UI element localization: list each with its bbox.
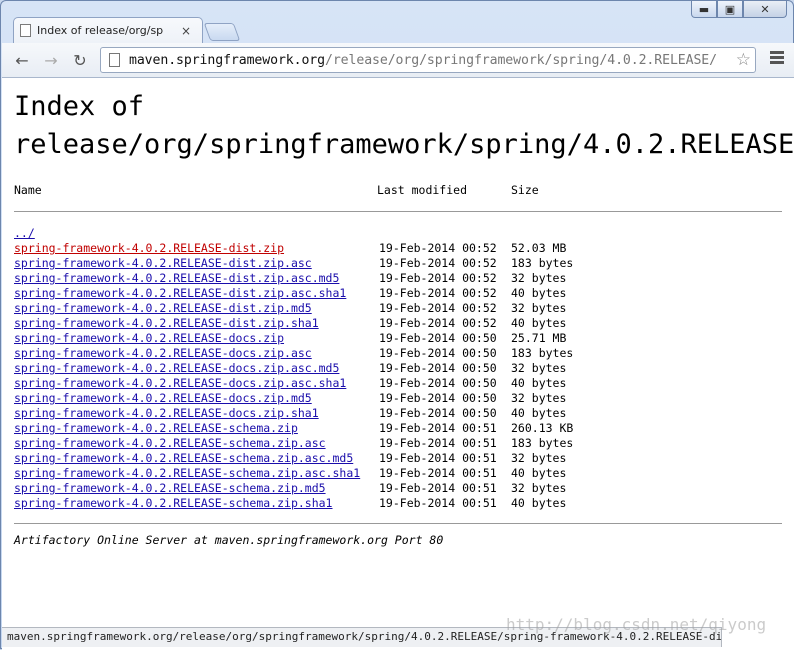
file-link[interactable]: spring-framework-4.0.2.RELEASE-docs.zip bbox=[14, 331, 284, 346]
divider bbox=[14, 211, 782, 212]
file-size: 183 bytes bbox=[511, 436, 574, 450]
column-header-size[interactable]: Size bbox=[511, 183, 539, 197]
window-controls: ▬ ▣ ✕ bbox=[691, 1, 787, 18]
file-size: 32 bytes bbox=[511, 481, 567, 495]
file-size: 260.13 KB bbox=[511, 421, 574, 435]
file-modified: 19-Feb-2014 00:51 bbox=[379, 466, 497, 480]
file-link[interactable]: spring-framework-4.0.2.RELEASE-schema.zi… bbox=[14, 481, 326, 496]
file-size: 183 bytes bbox=[511, 256, 574, 270]
column-header-modified[interactable]: Last modified bbox=[377, 183, 467, 197]
divider bbox=[14, 523, 782, 524]
file-size: 40 bytes bbox=[511, 466, 567, 480]
file-size: 40 bytes bbox=[511, 376, 567, 390]
file-link[interactable]: spring-framework-4.0.2.RELEASE-dist.zip.… bbox=[14, 316, 319, 331]
tab-active[interactable]: Index of release/org/sp × bbox=[13, 17, 203, 43]
file-link[interactable]: spring-framework-4.0.2.RELEASE-schema.zi… bbox=[14, 436, 326, 451]
file-size: 40 bytes bbox=[511, 406, 567, 420]
file-size: 40 bytes bbox=[511, 286, 567, 300]
file-modified: 19-Feb-2014 00:50 bbox=[379, 376, 497, 390]
column-header-name[interactable]: Name bbox=[14, 183, 42, 197]
file-link[interactable]: spring-framework-4.0.2.RELEASE-docs.zip.… bbox=[14, 391, 312, 406]
address-bar[interactable]: maven.springframework.org/release/org/sp… bbox=[100, 47, 756, 73]
file-modified: 19-Feb-2014 00:51 bbox=[379, 451, 497, 465]
file-modified: 19-Feb-2014 00:52 bbox=[379, 316, 497, 330]
file-link[interactable]: spring-framework-4.0.2.RELEASE-docs.zip.… bbox=[14, 346, 312, 361]
page-icon bbox=[109, 53, 120, 67]
file-modified: 19-Feb-2014 00:52 bbox=[379, 241, 497, 255]
file-size: 40 bytes bbox=[511, 316, 567, 330]
file-size: 32 bytes bbox=[511, 361, 567, 375]
file-size: 25.71 MB bbox=[511, 331, 567, 345]
file-modified: 19-Feb-2014 00:50 bbox=[379, 346, 497, 360]
file-size: 32 bytes bbox=[511, 451, 567, 465]
file-modified: 19-Feb-2014 00:50 bbox=[379, 391, 497, 405]
file-link[interactable]: spring-framework-4.0.2.RELEASE-dist.zip.… bbox=[14, 301, 312, 316]
file-modified: 19-Feb-2014 00:50 bbox=[379, 361, 497, 375]
url-text[interactable]: maven.springframework.org/release/org/sp… bbox=[129, 53, 729, 68]
close-window-button[interactable]: ✕ bbox=[743, 1, 787, 18]
file-size: 40 bytes bbox=[511, 496, 567, 510]
file-modified: 19-Feb-2014 00:51 bbox=[379, 481, 497, 495]
page-icon bbox=[20, 24, 31, 37]
url-host: maven.springframework.org bbox=[129, 52, 325, 68]
file-modified: 19-Feb-2014 00:51 bbox=[379, 421, 497, 435]
file-link[interactable]: spring-framework-4.0.2.RELEASE-dist.zip.… bbox=[14, 286, 346, 301]
file-link[interactable]: spring-framework-4.0.2.RELEASE-docs.zip.… bbox=[14, 361, 339, 376]
file-link[interactable]: spring-framework-4.0.2.RELEASE-dist.zip.… bbox=[14, 256, 312, 271]
file-link[interactable]: spring-framework-4.0.2.RELEASE-docs.zip.… bbox=[14, 376, 346, 391]
minimize-button[interactable]: ▬ bbox=[691, 1, 717, 18]
parent-directory-link[interactable]: ../ bbox=[14, 226, 35, 241]
page-title: Index of release/org/springframework/spr… bbox=[14, 88, 794, 164]
menu-icon[interactable] bbox=[770, 51, 784, 66]
file-link[interactable]: spring-framework-4.0.2.RELEASE-docs.zip.… bbox=[14, 406, 319, 421]
file-size: 52.03 MB bbox=[511, 241, 567, 255]
page-title-line1: Index of bbox=[14, 91, 145, 122]
tab-title: Index of release/org/sp bbox=[37, 24, 164, 37]
file-size: 32 bytes bbox=[511, 301, 567, 315]
tab-close-icon[interactable]: × bbox=[181, 24, 191, 38]
server-footer: Artifactory Online Server at maven.sprin… bbox=[14, 533, 444, 547]
page-viewport: Index of release/org/springframework/spr… bbox=[2, 78, 794, 650]
file-link[interactable]: spring-framework-4.0.2.RELEASE-schema.zi… bbox=[14, 451, 353, 466]
file-size: 32 bytes bbox=[511, 271, 567, 285]
file-modified: 19-Feb-2014 00:51 bbox=[379, 436, 497, 450]
file-modified: 19-Feb-2014 00:52 bbox=[379, 286, 497, 300]
file-modified: 19-Feb-2014 00:52 bbox=[379, 301, 497, 315]
file-link[interactable]: spring-framework-4.0.2.RELEASE-dist.zip bbox=[14, 241, 284, 256]
browser-window: Index of release/org/sp × ▬ ▣ ✕ ← → ↻ ma… bbox=[0, 0, 794, 650]
file-link[interactable]: spring-framework-4.0.2.RELEASE-schema.zi… bbox=[14, 496, 333, 511]
file-link[interactable]: spring-framework-4.0.2.RELEASE-dist.zip.… bbox=[14, 271, 339, 286]
file-size: 183 bytes bbox=[511, 346, 574, 360]
file-modified: 19-Feb-2014 00:51 bbox=[379, 496, 497, 510]
forward-button[interactable]: → bbox=[40, 50, 62, 70]
url-path: /release/org/springframework/spring/4.0.… bbox=[325, 52, 717, 68]
file-size: 32 bytes bbox=[511, 391, 567, 405]
bookmark-star-icon[interactable]: ☆ bbox=[736, 50, 751, 70]
reload-button[interactable]: ↻ bbox=[69, 50, 91, 70]
back-button[interactable]: ← bbox=[11, 50, 33, 70]
file-modified: 19-Feb-2014 00:52 bbox=[379, 256, 497, 270]
file-link[interactable]: spring-framework-4.0.2.RELEASE-schema.zi… bbox=[14, 421, 298, 436]
new-tab-button[interactable] bbox=[203, 23, 241, 41]
file-modified: 19-Feb-2014 00:50 bbox=[379, 331, 497, 345]
file-modified: 19-Feb-2014 00:50 bbox=[379, 406, 497, 420]
browser-toolbar: ← → ↻ maven.springframework.org/release/… bbox=[2, 43, 794, 78]
file-link[interactable]: spring-framework-4.0.2.RELEASE-schema.zi… bbox=[14, 466, 360, 481]
watermark: http://blog.csdn.net/qiyong bbox=[506, 615, 767, 634]
page-title-line2: release/org/springframework/spring/4.0.2… bbox=[14, 129, 794, 160]
maximize-button[interactable]: ▣ bbox=[717, 1, 743, 18]
file-modified: 19-Feb-2014 00:52 bbox=[379, 271, 497, 285]
